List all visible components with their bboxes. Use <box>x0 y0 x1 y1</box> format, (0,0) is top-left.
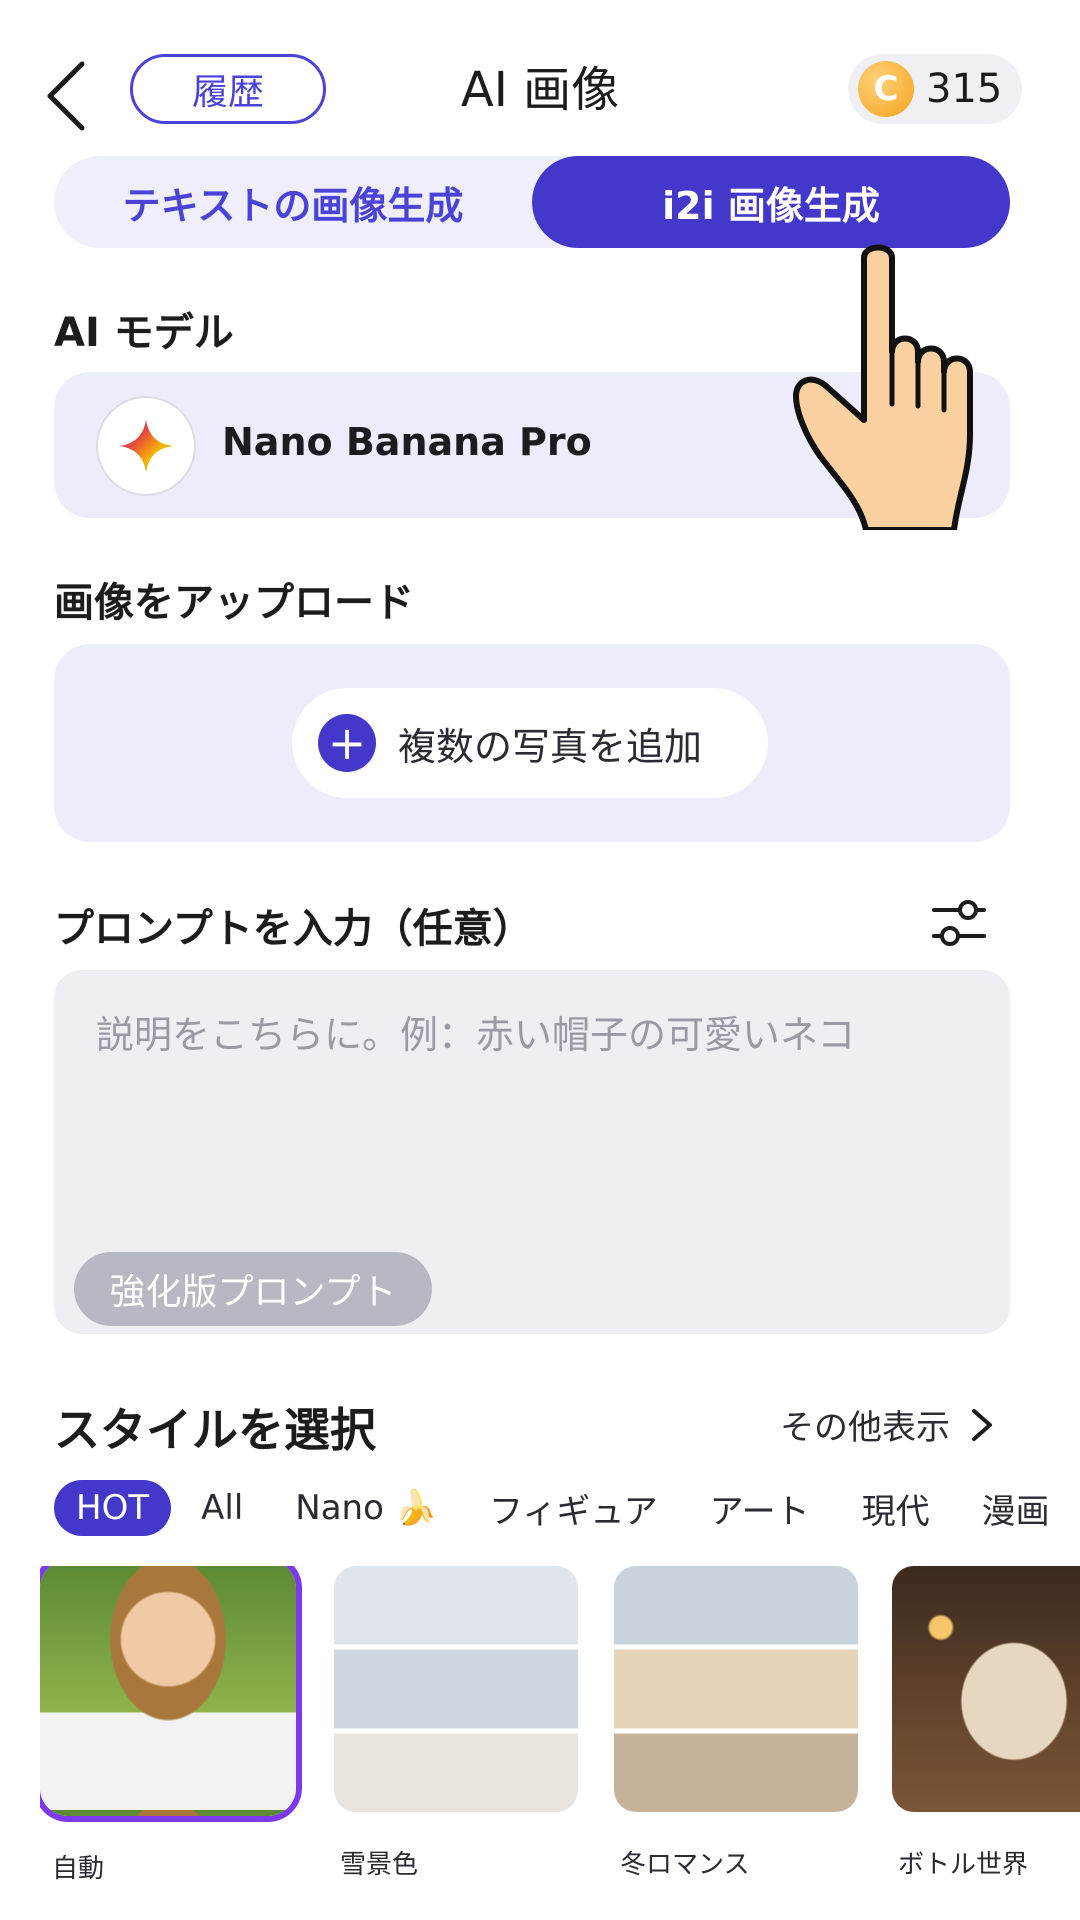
style-tab-figure[interactable]: フィギュア <box>489 1484 658 1533</box>
page-title: AI 画像 <box>460 62 620 118</box>
style-item-label: 雪景色 <box>340 1850 419 1880</box>
show-more-link[interactable]: その他表示 <box>780 1400 998 1449</box>
style-thumbnails: 自動 雪景色 冬ロマンス ボトル世界 <box>40 1566 1080 1920</box>
style-item-snow[interactable]: 雪景色 <box>334 1566 578 1881</box>
add-photos-label: 複数の写真を追加 <box>398 724 703 769</box>
style-item-label: 冬ロマンス <box>620 1850 750 1880</box>
style-thumbnail <box>334 1566 578 1812</box>
history-button[interactable]: 履歴 <box>130 54 326 124</box>
model-name: Nano Banana Pro <box>222 420 592 464</box>
style-item-label: 自動 <box>52 1854 105 1884</box>
style-section-title: スタイルを選択 <box>54 1403 376 1457</box>
back-button[interactable] <box>38 56 98 136</box>
style-thumbnail <box>892 1566 1080 1812</box>
style-item-auto[interactable]: 自動 <box>46 1566 290 1885</box>
style-tab-hot[interactable]: HOT <box>54 1480 172 1536</box>
sliders-icon[interactable] <box>928 892 990 954</box>
chevron-left-icon <box>47 61 85 131</box>
style-item-bottle-world[interactable]: ボトル世界 <box>892 1566 1080 1881</box>
gemini-logo-icon <box>96 396 196 496</box>
pointing-hand-icon <box>790 234 1010 533</box>
style-thumbnail <box>614 1566 858 1812</box>
model-section-label: AI モデル <box>54 310 234 356</box>
upload-section-label: 画像をアップロード <box>54 580 414 626</box>
style-tab-modern[interactable]: 現代 <box>862 1484 930 1533</box>
style-item-winter-romance[interactable]: 冬ロマンス <box>614 1566 858 1881</box>
style-tab-nano[interactable]: Nano 🍌 <box>295 1488 437 1528</box>
coin-balance[interactable]: C 315 <box>848 54 1022 124</box>
style-thumbnail <box>40 1566 296 1816</box>
coin-icon: C <box>858 61 914 117</box>
prompt-box: 強化版プロンプト <box>54 970 1010 1334</box>
style-tab-manga[interactable]: 漫画 <box>982 1484 1050 1533</box>
coin-value: 315 <box>926 66 1003 112</box>
add-photos-button[interactable]: + 複数の写真を追加 <box>292 688 768 798</box>
style-category-tabs: HOT All Nano 🍌 フィギュア アート 現代 漫画 <box>54 1478 1080 1538</box>
chevron-right-icon <box>972 1408 992 1441</box>
show-more-label: その他表示 <box>780 1408 950 1448</box>
enhance-prompt-button[interactable]: 強化版プロンプト <box>74 1252 432 1326</box>
prompt-section-label: プロンプトを入力（任意） <box>54 906 533 952</box>
style-tab-all[interactable]: All <box>201 1488 243 1528</box>
plus-icon: + <box>318 714 376 772</box>
prompt-input[interactable] <box>94 1002 978 1206</box>
tab-text-to-image[interactable]: テキストの画像生成 <box>54 156 532 248</box>
style-tab-art[interactable]: アート <box>710 1484 810 1533</box>
style-item-label: ボトル世界 <box>898 1850 1029 1880</box>
upload-area[interactable]: + 複数の写真を追加 <box>54 644 1010 842</box>
